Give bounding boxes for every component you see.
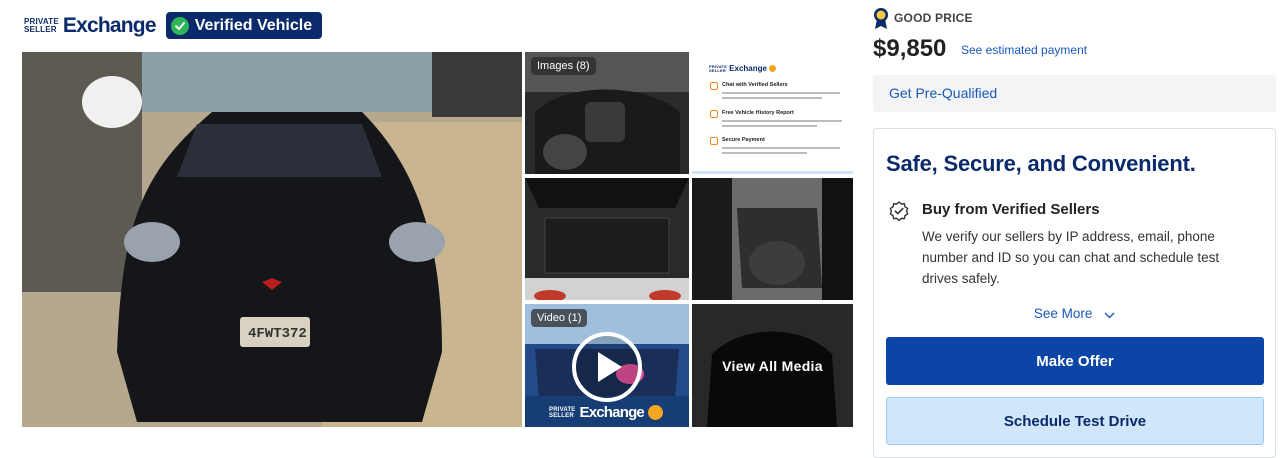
- gallery-thumb-trunk[interactable]: [525, 178, 689, 300]
- feature-title: Buy from Verified Sellers: [922, 201, 1100, 218]
- see-more-toggle[interactable]: See More: [874, 306, 1275, 322]
- view-all-media-label: View All Media: [692, 304, 853, 427]
- license-plate-text: 4FWT372: [248, 326, 307, 342]
- info-logo-small-line2: SELLER: [709, 67, 726, 73]
- private-seller-exchange-logo[interactable]: PRIVATE SELLER Exchange: [24, 13, 157, 38]
- vehicle-price: $9,850: [873, 35, 947, 62]
- schedule-test-drive-button[interactable]: Schedule Test Drive: [886, 397, 1264, 445]
- chevron-down-icon: [1104, 307, 1115, 322]
- video-overlay-logo: PRIVATE SELLER Exchange: [549, 404, 663, 421]
- play-video-button[interactable]: [572, 332, 642, 402]
- brand-header: PRIVATE SELLER Exchange Verified Vehicle: [24, 12, 323, 39]
- good-price-label: GOOD PRICE: [894, 11, 973, 25]
- get-prequalified-bar[interactable]: Get Pre-Qualified: [873, 75, 1276, 112]
- info-item-chat: Chat with Verified Sellers: [710, 82, 842, 104]
- feature-description: We verify our sellers by IP address, ema…: [922, 229, 1220, 286]
- images-count-label: Images (8): [531, 57, 596, 75]
- info-item-history: Free Vehicle History Report: [710, 110, 842, 132]
- info-item-payment: Secure Payment: [710, 137, 842, 159]
- info-card-logo: PRIVATE SELLER Exchange: [709, 64, 776, 73]
- logo-exchange-text: Exchange: [62, 13, 157, 37]
- gallery-thumb-interior[interactable]: Images (8): [525, 52, 689, 174]
- benefits-card-title: Safe, Secure, and Convenient.: [886, 151, 1196, 176]
- chat-icon: [710, 82, 718, 90]
- gallery-thumb-video[interactable]: Video (1) PRIVATE SELLER Exchange: [525, 304, 689, 427]
- verified-check-icon: [889, 201, 909, 222]
- logo-small-line2: SELLER: [24, 24, 57, 34]
- info-logo-exchange: Exchange: [729, 64, 767, 73]
- view-all-media-tile[interactable]: View All Media: [692, 304, 853, 427]
- info-logo-dot-icon: [768, 65, 776, 72]
- benefits-card: Safe, Secure, and Convenient. Buy from V…: [873, 128, 1276, 458]
- brand-dot-icon: [647, 405, 663, 420]
- main-vehicle-photo[interactable]: 4FWT372: [22, 52, 522, 427]
- check-circle-icon: [170, 16, 189, 35]
- video-logo-small-line2: SELLER: [549, 412, 574, 419]
- medal-icon: [873, 7, 889, 29]
- info-item-payment-title: Secure Payment: [722, 137, 765, 143]
- get-prequalified-link[interactable]: Get Pre-Qualified: [889, 85, 997, 101]
- video-count-label: Video (1): [531, 309, 588, 327]
- gallery-thumb-info-card[interactable]: PRIVATE SELLER Exchange Chat with Verifi…: [692, 52, 853, 174]
- make-offer-button[interactable]: Make Offer: [886, 337, 1264, 385]
- good-price-badge: GOOD PRICE: [873, 7, 973, 29]
- play-icon: [598, 352, 622, 382]
- gallery-thumb-door-interior[interactable]: [692, 178, 853, 300]
- video-logo-exchange: Exchange: [579, 404, 645, 421]
- report-icon: [710, 110, 718, 118]
- payment-icon: [710, 137, 718, 145]
- verified-vehicle-badge: Verified Vehicle: [165, 12, 323, 39]
- info-item-history-title: Free Vehicle History Report: [722, 110, 794, 116]
- see-more-label: See More: [1033, 306, 1093, 321]
- info-item-chat-title: Chat with Verified Sellers: [722, 82, 788, 88]
- verified-vehicle-label: Verified Vehicle: [194, 16, 313, 34]
- estimated-payment-link[interactable]: See estimated payment: [961, 43, 1087, 57]
